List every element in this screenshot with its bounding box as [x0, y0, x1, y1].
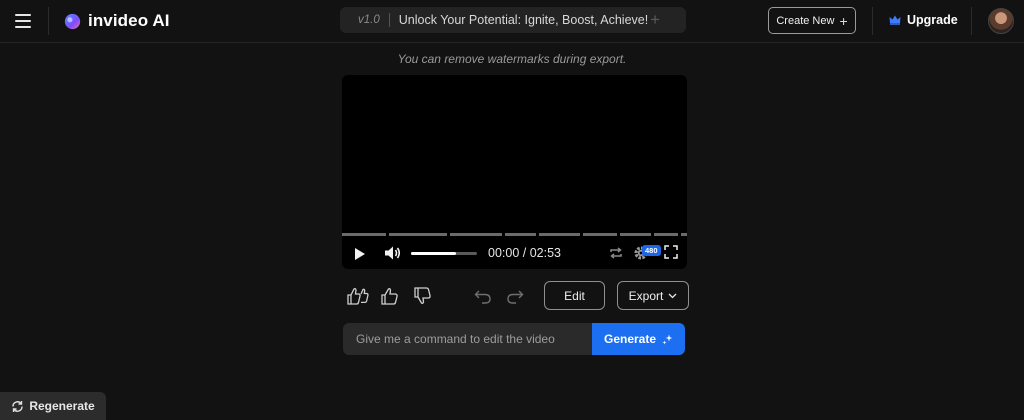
regenerate-button[interactable]: Regenerate — [0, 392, 106, 420]
plus-icon: + — [839, 12, 848, 29]
sparkle-icon — [662, 334, 673, 344]
thumbs-up-icon[interactable] — [381, 287, 399, 305]
undo-icon[interactable] — [474, 287, 492, 305]
export-label: Export — [628, 288, 664, 303]
avatar[interactable] — [988, 8, 1014, 34]
play-icon[interactable] — [354, 247, 366, 261]
title-divider — [388, 13, 390, 27]
project-title-bar[interactable]: v1.0 Unlock Your Potential: Ignite, Boos… — [340, 7, 686, 33]
create-new-button[interactable]: Create New + — [768, 7, 856, 34]
header-divider — [971, 7, 972, 35]
export-button[interactable]: Export — [617, 281, 689, 310]
plus-icon[interactable]: + — [650, 10, 660, 30]
scene-progress-segments[interactable] — [342, 233, 687, 236]
menu-icon[interactable] — [12, 10, 34, 32]
top-bar: invideo AI v1.0 Unlock Your Potential: I… — [0, 0, 1024, 43]
video-player[interactable]: 00:00 / 02:53 480 — [342, 75, 687, 269]
thumbs-down-icon[interactable] — [414, 287, 432, 305]
fullscreen-icon[interactable] — [664, 245, 678, 259]
time-display: 00:00 / 02:53 — [488, 246, 561, 260]
generate-label: Generate — [603, 332, 657, 346]
volume-level — [411, 252, 456, 255]
edit-button[interactable]: Edit — [544, 281, 605, 310]
watermark-note: You can remove watermarks during export. — [397, 52, 627, 66]
command-input[interactable] — [343, 323, 595, 355]
volume-slider[interactable] — [411, 252, 477, 255]
crown-icon — [889, 15, 901, 25]
generate-button[interactable]: Generate — [592, 323, 685, 355]
brand[interactable]: invideo AI — [64, 10, 170, 32]
redo-icon[interactable] — [506, 287, 524, 305]
chevron-down-icon — [668, 293, 677, 298]
version-label: v1.0 — [358, 14, 380, 26]
project-title: Unlock Your Potential: Ignite, Boost, Ac… — [398, 13, 649, 27]
header-divider — [872, 7, 873, 35]
create-new-label: Create New — [776, 14, 835, 27]
regenerate-label: Regenerate — [29, 399, 95, 413]
loop-icon[interactable] — [608, 245, 624, 261]
brand-name: invideo AI — [88, 11, 170, 30]
quality-badge: 480 — [642, 245, 661, 256]
edit-label: Edit — [564, 288, 585, 303]
refresh-icon — [12, 400, 24, 412]
double-thumbs-up-icon[interactable] — [347, 287, 369, 305]
upgrade-button[interactable]: Upgrade — [889, 10, 958, 30]
volume-icon[interactable] — [384, 245, 402, 261]
upgrade-label: Upgrade — [907, 13, 958, 27]
invideo-logo-icon — [64, 13, 81, 29]
header-divider — [48, 7, 49, 35]
